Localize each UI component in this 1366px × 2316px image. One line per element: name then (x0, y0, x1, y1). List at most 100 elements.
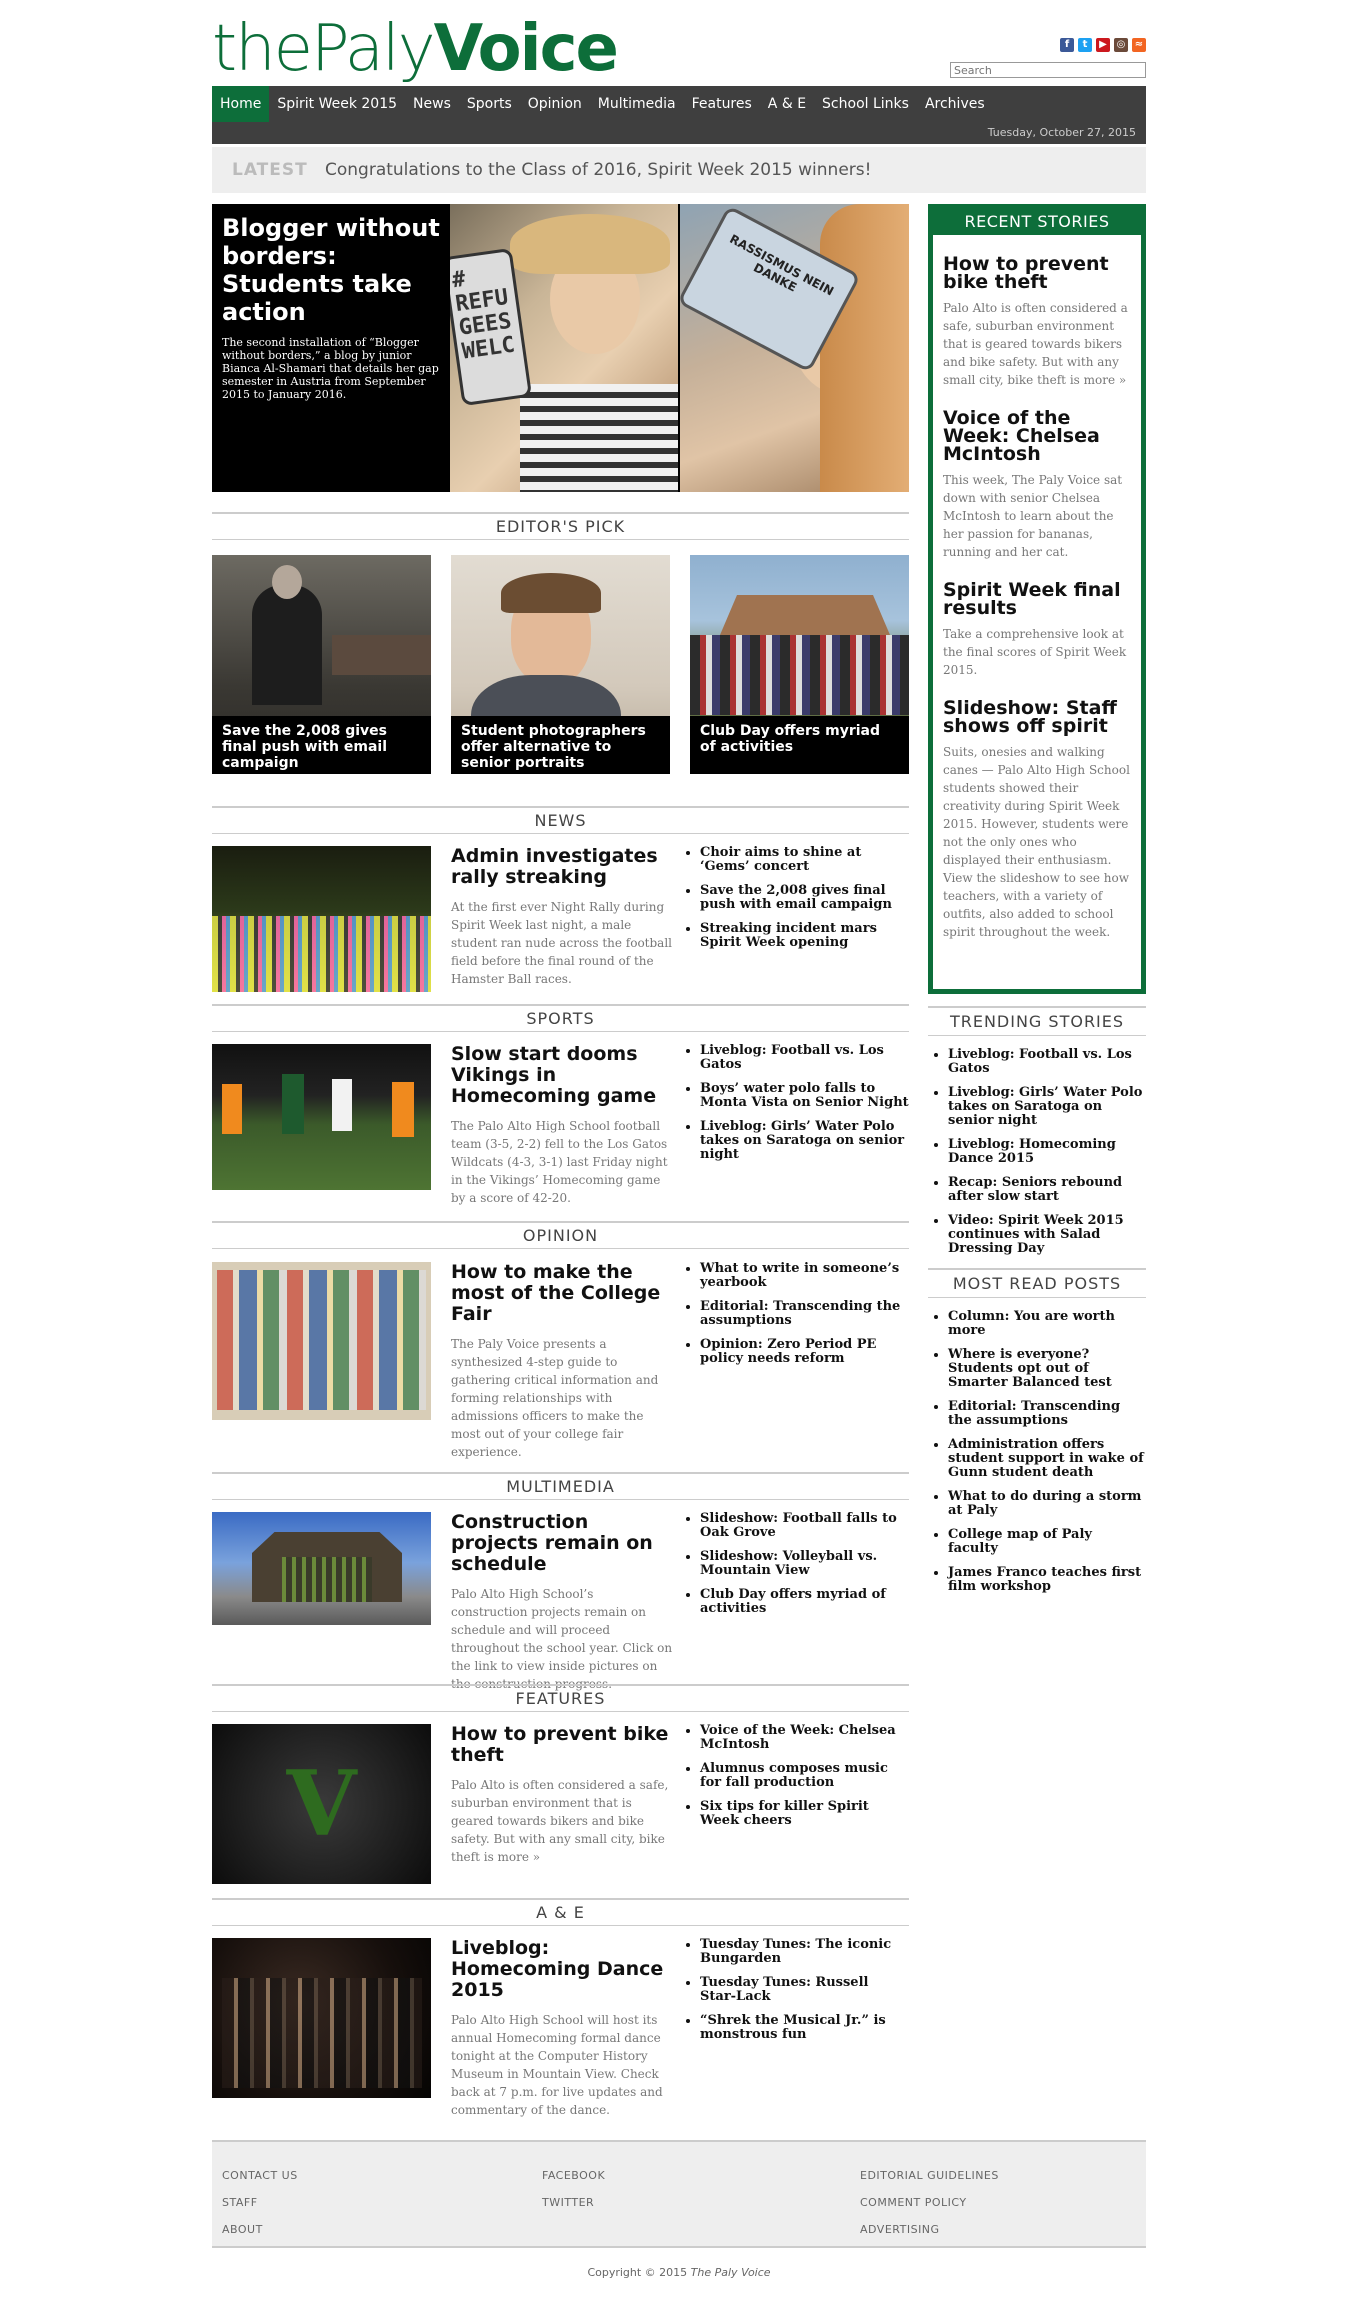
recent-story-title[interactable]: How to prevent bike theft (943, 255, 1131, 292)
most-read-list: Column: You are worth more Where is ever… (928, 1310, 1146, 1604)
latest-label: LATEST (232, 160, 308, 180)
footer-link-facebook[interactable]: FACEBOOK (542, 2162, 605, 2189)
nav-spirit-week[interactable]: Spirit Week 2015 (269, 86, 405, 122)
related-link[interactable]: “Shrek the Musical Jr.” is monstrous fun (700, 2014, 909, 2042)
most-read-link[interactable]: College map of Paly faculty (948, 1528, 1146, 1556)
person-head (272, 565, 302, 599)
ae-image[interactable] (212, 1938, 431, 2098)
related-link[interactable]: Slideshow: Volleyball vs. Mountain View (700, 1550, 909, 1578)
building-roof (720, 595, 890, 635)
related-link[interactable]: Voice of the Week: Chelsea McIntosh (700, 1724, 909, 1752)
related-link[interactable]: Slideshow: Football falls to Oak Grove (700, 1512, 909, 1540)
nav-archives[interactable]: Archives (917, 86, 993, 122)
related-link[interactable]: Club Day offers myriad of activities (700, 1588, 909, 1616)
player-shape (332, 1079, 352, 1131)
editors-pick-item[interactable]: Club Day offers myriad of activities (690, 555, 909, 774)
related-link[interactable]: Choir aims to shine at ‘Gems’ concert (700, 846, 909, 874)
related-link[interactable]: Liveblog: Girls’ Water Polo takes on Sar… (700, 1120, 909, 1162)
related-link[interactable]: Tuesday Tunes: The iconic Bungarden (700, 1938, 909, 1966)
related-link[interactable]: Alumnus composes music for fall producti… (700, 1762, 909, 1790)
sports-headline[interactable]: Slow start dooms Vikings in Homecoming g… (451, 1044, 673, 1107)
features-headline[interactable]: How to prevent bike theft (451, 1724, 673, 1766)
editors-pick-caption[interactable]: Club Day offers myriad of activities (690, 716, 909, 774)
trending-link[interactable]: Recap: Seniors rebound after slow start (948, 1176, 1146, 1204)
editors-pick-item[interactable]: Save the 2,008 gives final push with ema… (212, 555, 431, 774)
editors-pick-item[interactable]: Student photographers offer alternative … (451, 555, 670, 774)
sports-image[interactable] (212, 1044, 431, 1190)
most-read-link[interactable]: Administration offers student support in… (948, 1438, 1146, 1480)
most-read-link[interactable]: Editorial: Transcending the assumptions (948, 1400, 1146, 1428)
striped-shirt (520, 384, 678, 492)
editors-pick-caption[interactable]: Save the 2,008 gives final push with ema… (212, 716, 431, 774)
multimedia-headline[interactable]: Construction projects remain on schedule (451, 1512, 673, 1575)
trending-link[interactable]: Liveblog: Homecoming Dance 2015 (948, 1138, 1146, 1166)
recent-story-title[interactable]: Slideshow: Staff shows off spirit (943, 699, 1131, 736)
most-read-link[interactable]: James Franco teaches first film workshop (948, 1566, 1146, 1594)
related-link[interactable]: Save the 2,008 gives final push with ema… (700, 884, 909, 912)
news-image[interactable] (212, 846, 431, 992)
footer-column: CONTACT US STAFF ABOUT (222, 2162, 298, 2243)
trending-link[interactable]: Liveblog: Girls’ Water Polo takes on Sar… (948, 1086, 1146, 1128)
footer-link-advertising[interactable]: ADVERTISING (860, 2216, 999, 2243)
opinion-image[interactable] (212, 1262, 431, 1420)
player-shape (282, 1074, 304, 1134)
crowd-shape (690, 635, 909, 715)
nav-news[interactable]: News (405, 86, 459, 122)
multimedia-image[interactable] (212, 1512, 431, 1625)
most-read-link[interactable]: Where is everyone? Students opt out of S… (948, 1348, 1146, 1390)
editors-pick-caption[interactable]: Student photographers offer alternative … (451, 716, 670, 774)
nav-multimedia[interactable]: Multimedia (590, 86, 684, 122)
features-image[interactable]: V (212, 1724, 431, 1884)
recent-stories-header: RECENT STORIES (933, 209, 1141, 235)
hero-title[interactable]: Blogger without borders: Students take a… (222, 214, 442, 326)
nav-opinion[interactable]: Opinion (520, 86, 590, 122)
ae-related-list: Tuesday Tunes: The iconic Bungarden Tues… (684, 1938, 909, 2052)
most-read-link[interactable]: Column: You are worth more (948, 1310, 1146, 1338)
opinion-headline[interactable]: How to make the most of the College Fair (451, 1262, 673, 1325)
ae-headline[interactable]: Liveblog: Homecoming Dance 2015 (451, 1938, 673, 2001)
nav-ae[interactable]: A & E (760, 86, 814, 122)
hero-image-right[interactable]: RASSISMUS NEIN DANKE (680, 204, 909, 492)
instagram-icon[interactable]: ◎ (1114, 38, 1128, 52)
latest-headline[interactable]: Congratulations to the Class of 2016, Sp… (325, 147, 871, 193)
most-read-header: MOST READ POSTS (928, 1268, 1146, 1298)
hero-story[interactable]: Blogger without borders: Students take a… (212, 204, 909, 492)
nav-features[interactable]: Features (684, 86, 760, 122)
search-input[interactable] (950, 62, 1146, 78)
related-link[interactable]: Tuesday Tunes: Russell Star-Lack (700, 1976, 909, 2004)
latest-ticker: LATEST Congratulations to the Class of 2… (212, 147, 1146, 193)
recent-story-title[interactable]: Spirit Week final results (943, 581, 1131, 618)
rss-icon[interactable]: ≈ (1132, 38, 1146, 52)
recent-story-title[interactable]: Voice of the Week: Chelsea McIntosh (943, 409, 1131, 464)
related-link[interactable]: Six tips for killer Spirit Week cheers (700, 1800, 909, 1828)
related-link[interactable]: Liveblog: Football vs. Los Gatos (700, 1044, 909, 1072)
news-headline[interactable]: Admin investigates rally streaking (451, 846, 673, 888)
nav-home[interactable]: Home (212, 86, 270, 122)
footer-link-staff[interactable]: STAFF (222, 2189, 298, 2216)
scaffolding-shape (282, 1557, 372, 1602)
brochures-shape (217, 1270, 426, 1410)
related-link[interactable]: What to write in someone’s yearbook (700, 1262, 909, 1290)
twitter-icon[interactable]: t (1078, 38, 1092, 52)
hero-image-left[interactable]: # REFU GEES WELC (450, 204, 678, 492)
related-link[interactable]: Opinion: Zero Period PE policy needs ref… (700, 1338, 909, 1366)
youtube-icon[interactable]: ▶ (1096, 38, 1110, 52)
hair-shape (510, 214, 670, 274)
copyright-name: The Paly Voice (690, 2266, 771, 2279)
nav-school-links[interactable]: School Links (814, 86, 917, 122)
most-read-link[interactable]: What to do during a storm at Paly (948, 1490, 1146, 1518)
logo-voice: Voice (433, 12, 619, 86)
facebook-icon[interactable]: f (1060, 38, 1074, 52)
footer-link-about[interactable]: ABOUT (222, 2216, 298, 2243)
trending-link[interactable]: Video: Spirit Week 2015 continues with S… (948, 1214, 1146, 1256)
site-logo[interactable]: thePalyVoice (212, 12, 619, 86)
footer-link-contact[interactable]: CONTACT US (222, 2162, 298, 2189)
footer-link-comment-policy[interactable]: COMMENT POLICY (860, 2189, 999, 2216)
footer-link-twitter[interactable]: TWITTER (542, 2189, 605, 2216)
footer-link-editorial-guidelines[interactable]: EDITORIAL GUIDELINES (860, 2162, 999, 2189)
related-link[interactable]: Streaking incident mars Spirit Week open… (700, 922, 909, 950)
related-link[interactable]: Editorial: Transcending the assumptions (700, 1300, 909, 1328)
nav-sports[interactable]: Sports (459, 86, 520, 122)
related-link[interactable]: Boys’ water polo falls to Monta Vista on… (700, 1082, 909, 1110)
trending-link[interactable]: Liveblog: Football vs. Los Gatos (948, 1048, 1146, 1076)
